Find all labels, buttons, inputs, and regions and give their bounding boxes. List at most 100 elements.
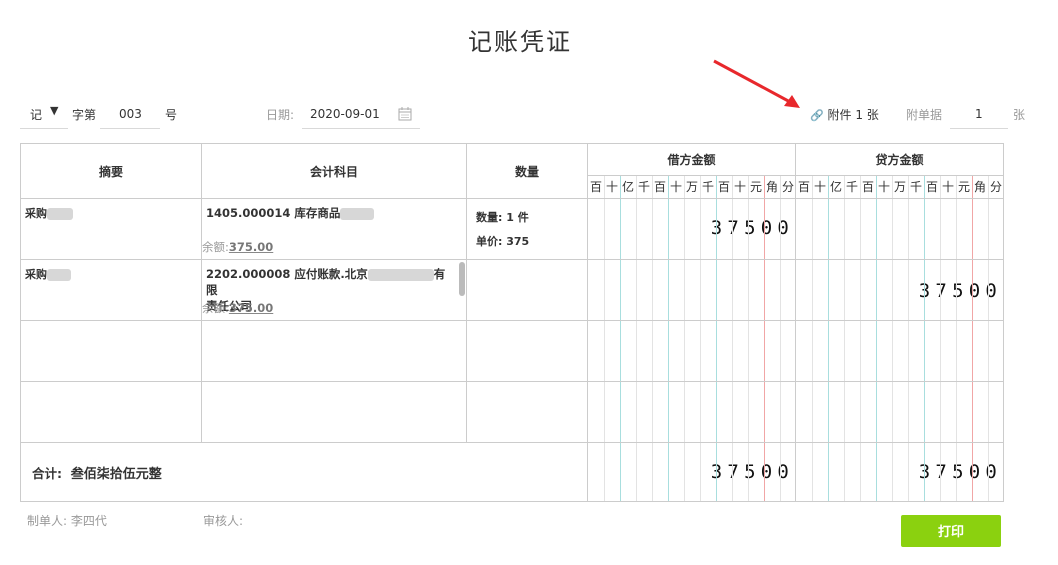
quantity-text: 数量: 1 件 bbox=[476, 211, 529, 224]
digit-divider bbox=[764, 382, 765, 442]
digit-divider bbox=[764, 443, 765, 501]
credit-cell[interactable] bbox=[795, 381, 1004, 443]
credit-cell[interactable]: 37500 bbox=[795, 259, 1004, 321]
table-row bbox=[20, 381, 1004, 443]
digit-divider bbox=[860, 382, 861, 442]
digit-divider bbox=[748, 443, 749, 501]
digit-divider bbox=[972, 321, 973, 381]
digit-divider bbox=[716, 321, 717, 381]
digit-divider bbox=[812, 321, 813, 381]
balance-value: 375.00 bbox=[228, 301, 274, 315]
digit-divider bbox=[892, 199, 893, 259]
digit-divider bbox=[972, 382, 973, 442]
digit-divider bbox=[844, 199, 845, 259]
digit-divider bbox=[876, 443, 877, 501]
digit-divider bbox=[908, 382, 909, 442]
digit-divider bbox=[876, 382, 877, 442]
total-credit-amount: 37500 bbox=[918, 461, 1002, 483]
digit-divider bbox=[812, 382, 813, 442]
balance-label: 余额: bbox=[202, 301, 229, 315]
digit-divider bbox=[636, 443, 637, 501]
digit-divider bbox=[668, 443, 669, 501]
digit-label: 亿 bbox=[829, 180, 842, 194]
maker-name: 李四代 bbox=[70, 514, 107, 528]
print-button[interactable]: 打印 bbox=[901, 515, 1001, 547]
digit-label: 百 bbox=[861, 180, 874, 194]
summary-cell[interactable] bbox=[20, 320, 202, 382]
credit-cell[interactable] bbox=[795, 320, 1004, 382]
digit-label: 元 bbox=[957, 180, 970, 194]
digit-divider bbox=[860, 321, 861, 381]
digit-divider bbox=[876, 199, 877, 259]
total-credit-cell: 37500 bbox=[795, 442, 1004, 502]
digit-divider bbox=[828, 199, 829, 259]
digit-divider bbox=[972, 443, 973, 501]
attachment-link[interactable]: 🔗 附件 1 张 bbox=[810, 106, 879, 123]
digit-divider bbox=[652, 443, 653, 501]
quantity-header: 数量 bbox=[466, 143, 588, 199]
account-cell[interactable] bbox=[201, 320, 467, 382]
summary-header: 摘要 bbox=[20, 143, 202, 199]
digit-label: 十 bbox=[813, 180, 826, 194]
digit-divider bbox=[732, 321, 733, 381]
account-cell[interactable] bbox=[201, 381, 467, 443]
digit-divider bbox=[860, 199, 861, 259]
account-text: 2202.000008 应付账款.北京 bbox=[206, 267, 368, 281]
debit-cell[interactable] bbox=[587, 259, 796, 321]
scrollbar[interactable] bbox=[459, 262, 465, 296]
digit-divider bbox=[636, 382, 637, 442]
digit-label: 千 bbox=[701, 180, 714, 194]
maker-field: 制单人: 李四代 bbox=[27, 512, 107, 529]
quantity-cell[interactable] bbox=[466, 259, 588, 321]
account-cell[interactable]: 2202.000008 应付账款.北京 有限 责任公司 余额:375.00 bbox=[201, 259, 467, 321]
digit-label: 元 bbox=[749, 180, 762, 194]
debit-cell[interactable] bbox=[587, 381, 796, 443]
link-icon: 🔗 bbox=[810, 109, 824, 122]
digit-divider bbox=[940, 260, 941, 320]
digit-divider bbox=[764, 321, 765, 381]
quantity-cell[interactable] bbox=[466, 320, 588, 382]
debit-cell[interactable] bbox=[587, 320, 796, 382]
digit-divider bbox=[732, 260, 733, 320]
digit-divider bbox=[780, 260, 781, 320]
voucher-word-select[interactable]: 记 ▼ bbox=[20, 104, 68, 129]
redacted-text bbox=[367, 268, 434, 281]
digit-divider bbox=[828, 321, 829, 381]
summary-cell[interactable]: 采购 bbox=[20, 198, 202, 260]
date-input[interactable]: 2020-09-01 bbox=[302, 104, 420, 129]
digit-divider bbox=[620, 443, 621, 501]
digit-label: 十 bbox=[669, 180, 682, 194]
digit-divider bbox=[684, 443, 685, 501]
voucher-number-input[interactable]: 003 bbox=[100, 104, 160, 129]
summary-text: 采购 bbox=[25, 268, 47, 281]
digit-divider bbox=[636, 199, 637, 259]
digit-divider bbox=[780, 321, 781, 381]
digit-divider bbox=[700, 382, 701, 442]
digit-divider bbox=[844, 443, 845, 501]
digit-label: 千 bbox=[909, 180, 922, 194]
debit-cell[interactable]: 37500 bbox=[587, 198, 796, 260]
quantity-cell[interactable] bbox=[466, 381, 588, 443]
doc-count-input[interactable]: 1 bbox=[950, 104, 1008, 129]
account-cell[interactable]: 1405.000014 库存商品 余额:375.00 bbox=[201, 198, 467, 260]
digit-divider bbox=[700, 321, 701, 381]
summary-cell[interactable]: 采购 bbox=[20, 259, 202, 321]
digit-divider bbox=[876, 321, 877, 381]
digit-divider bbox=[956, 382, 957, 442]
digit-divider bbox=[748, 382, 749, 442]
summary-cell[interactable] bbox=[20, 381, 202, 443]
price-text: 单价: 375 bbox=[476, 235, 530, 248]
digit-label: 亿 bbox=[621, 180, 634, 194]
total-cell: 合计: 叁佰柒拾伍元整 bbox=[20, 442, 588, 502]
credit-cell[interactable] bbox=[795, 198, 1004, 260]
calendar-icon[interactable] bbox=[398, 107, 412, 121]
digit-divider bbox=[828, 443, 829, 501]
digit-divider bbox=[716, 382, 717, 442]
digit-divider bbox=[828, 382, 829, 442]
digit-divider bbox=[956, 321, 957, 381]
digit-divider bbox=[940, 199, 941, 259]
page-title: 记账凭证 bbox=[468, 28, 572, 56]
voucher-word-value: 记 bbox=[30, 108, 43, 122]
digit-divider bbox=[684, 199, 685, 259]
quantity-cell[interactable]: 数量: 1 件 单价: 375 bbox=[466, 198, 588, 260]
